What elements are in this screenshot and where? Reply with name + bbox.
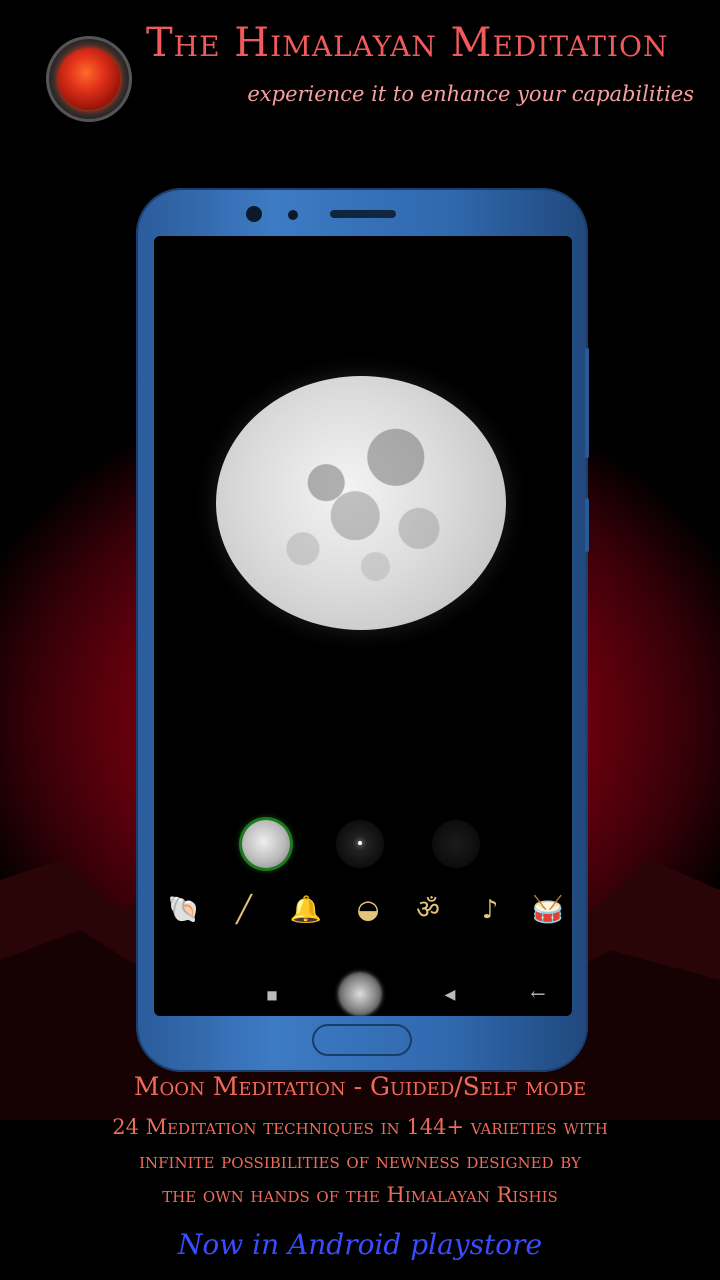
phone-mockup: 🐚 ╱ 🔔 ◒ ॐ ♪ 🥁 ■ ◀ ← (136, 188, 589, 1072)
feature-description: 24 Meditation techniques in 144+ varieti… (0, 1110, 720, 1212)
sensor-icon (288, 210, 298, 220)
back-arrow-icon[interactable]: ← (520, 980, 556, 1010)
om-icon[interactable]: ॐ (406, 888, 450, 932)
sun-logo-icon (58, 48, 120, 110)
volume-button (585, 348, 589, 458)
dark-mode-icon[interactable] (432, 820, 480, 868)
power-button (585, 498, 589, 552)
veena-icon[interactable]: ♪ (468, 888, 512, 932)
app-tagline: experience it to enhance your capabiliti… (247, 82, 694, 106)
full-moon-image (216, 376, 506, 630)
app-title: The Himalayan Meditation (146, 20, 669, 66)
earpiece-speaker (330, 210, 396, 218)
moon-mode-icon[interactable] (242, 820, 290, 868)
nav-home-icon[interactable] (340, 974, 380, 1014)
android-nav-bar: ■ ◀ ← (154, 974, 572, 1014)
feature-line: infinite possibilities of newness design… (139, 1149, 581, 1173)
conch-icon[interactable]: 🐚 (162, 888, 206, 932)
recent-apps-icon[interactable]: ■ (254, 980, 290, 1010)
front-camera-icon (246, 206, 262, 222)
physical-home-button (312, 1024, 412, 1056)
drum-icon[interactable]: 🥁 (526, 888, 570, 932)
back-triangle-icon[interactable]: ◀ (432, 980, 468, 1010)
phone-screen: 🐚 ╱ 🔔 ◒ ॐ ♪ 🥁 ■ ◀ ← (154, 236, 572, 1016)
feature-title: Moon Meditation - Guided/Self mode (133, 1072, 587, 1101)
playstore-availability: Now in Android playstore (177, 1228, 543, 1261)
star-mode-icon[interactable] (336, 820, 384, 868)
mode-selector (232, 820, 492, 870)
flute-icon[interactable]: ╱ (222, 888, 266, 932)
instrument-selector: 🐚 ╱ 🔔 ◒ ॐ ♪ 🥁 (162, 888, 566, 940)
bell-icon[interactable]: 🔔 (284, 888, 328, 932)
feature-line: 24 Meditation techniques in 144+ varieti… (112, 1115, 608, 1139)
singing-bowl-icon[interactable]: ◒ (346, 888, 390, 932)
feature-line: the own hands of the Himalayan Rishis (162, 1183, 558, 1207)
